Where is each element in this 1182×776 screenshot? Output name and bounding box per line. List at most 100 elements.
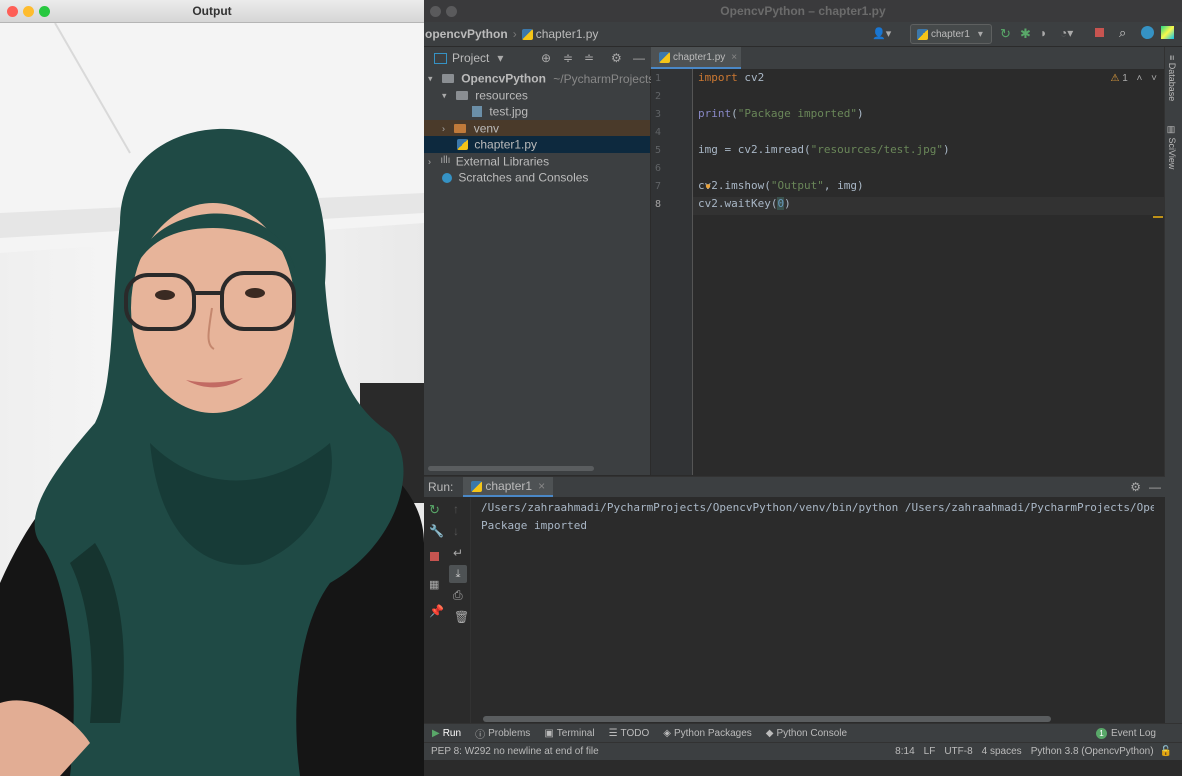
navigation-bar: opencvPython › chapter1.py 👤▾ chapter1 ▾…	[424, 22, 1182, 47]
code-text: cv2.waitKey(	[698, 197, 778, 210]
horizontal-scrollbar[interactable]	[483, 716, 1051, 722]
tool-tab-label: Python Packages	[673, 728, 752, 739]
minimize-window-button[interactable]	[23, 6, 34, 17]
tool-tab-terminal[interactable]: ▣ Terminal	[544, 728, 594, 739]
rerun-icon[interactable]: ↻	[1000, 26, 1011, 42]
tool-tab-run[interactable]: ▶ Run	[432, 728, 461, 739]
run-tab-label: chapter1	[485, 479, 533, 493]
tool-tab-python-packages[interactable]: ◈ Python Packages	[663, 728, 752, 739]
warning-marker[interactable]	[1153, 216, 1163, 218]
chevron-down-icon[interactable]: ▾	[497, 51, 503, 65]
update-icon[interactable]	[1141, 26, 1154, 39]
scroll-to-end-icon[interactable]: ⤓	[449, 565, 467, 583]
code-line-3: print("Package imported")	[698, 107, 864, 120]
console-output[interactable]: /Users/zahraahmadi/PycharmProjects/Openc…	[470, 498, 1154, 724]
profile-icon[interactable]: ◔▾	[1060, 26, 1073, 40]
trash-icon[interactable]: 🗑	[454, 610, 469, 624]
gear-icon[interactable]: ⚙	[611, 51, 622, 65]
run-panel-label: Run:	[428, 480, 454, 494]
python-file-icon	[917, 28, 928, 40]
python-console-icon: ◆	[765, 728, 774, 739]
tree-item-scratches[interactable]: Scratches and Consoles	[424, 169, 650, 186]
tree-item-test-jpg[interactable]: test.jpg	[424, 103, 650, 120]
user-icon[interactable]: 👤▾	[872, 27, 891, 40]
right-tool-bar: ≡ Database ▥ SciView	[1164, 47, 1182, 727]
code-editor[interactable]: 1 2 3 4 5 6 7 8 import cv2 print("Packag…	[651, 69, 1165, 475]
breadcrumb-separator-icon: ›	[512, 27, 517, 41]
expand-all-icon[interactable]: ≑	[563, 51, 573, 65]
arrow-down-icon[interactable]: ↓	[453, 524, 459, 538]
tree-item-external-libraries[interactable]: › ıllı External Libraries	[424, 153, 650, 170]
code-text: , img)	[823, 179, 864, 192]
scratches-icon	[442, 172, 452, 183]
tree-item-venv[interactable]: › venv	[424, 119, 650, 136]
ide-titlebar: OpencvPython – chapter1.py	[424, 0, 1182, 22]
caret-position[interactable]: 8:14	[895, 746, 914, 757]
tool-tab-label: Run	[442, 728, 462, 739]
tree-item-chapter1[interactable]: chapter1.py	[424, 136, 650, 153]
close-window-button[interactable]	[430, 6, 441, 17]
chevron-down-icon: ▾	[977, 28, 983, 40]
line-number: 7	[655, 181, 662, 192]
root-name: OpencvPython	[461, 71, 546, 86]
collapse-all-icon[interactable]: ≐	[584, 51, 594, 65]
gear-icon[interactable]: ⚙	[1130, 480, 1141, 494]
close-tab-icon[interactable]: ×	[731, 52, 737, 63]
lock-icon[interactable]: 🔓	[1160, 746, 1172, 757]
inspection-widget[interactable]: ⚠ 1 ˄ ˅	[1110, 73, 1157, 84]
pin-icon[interactable]: 📌	[429, 604, 444, 618]
search-icon[interactable]: ⌕	[1119, 25, 1126, 41]
stop-icon[interactable]	[1095, 28, 1104, 37]
zoom-window-button[interactable]	[39, 6, 50, 17]
indent-setting[interactable]: 4 spaces	[982, 746, 1022, 757]
tree-item-label: test.jpg	[489, 104, 529, 119]
breadcrumb-project[interactable]: opencvPython	[425, 27, 508, 41]
hide-icon[interactable]: —	[633, 51, 645, 65]
print-icon[interactable]: ⎙	[453, 588, 463, 603]
run-tab-chapter1[interactable]: chapter1 ×	[463, 477, 554, 497]
tree-item-resources[interactable]: ▾ resources	[424, 87, 650, 104]
tool-tab-python-console[interactable]: ◆ Python Console	[766, 728, 847, 739]
horizontal-scrollbar[interactable]	[428, 466, 594, 471]
stop-icon[interactable]	[430, 552, 439, 561]
event-log-button[interactable]: 1 Event Log	[1095, 728, 1156, 739]
close-tab-icon[interactable]: ×	[538, 479, 545, 493]
root-path: ~/PycharmProjects/O	[553, 71, 667, 86]
sciview-tool-button[interactable]: ▥ SciView	[1167, 125, 1177, 169]
tool-tab-label: TODO	[620, 728, 650, 739]
file-encoding[interactable]: UTF-8	[944, 746, 972, 757]
hide-icon[interactable]: —	[1149, 480, 1161, 494]
chevron-down-icon[interactable]: ˅	[1151, 73, 1157, 84]
chevron-up-icon[interactable]: ˄	[1137, 73, 1143, 84]
project-panel-title[interactable]: Project	[452, 51, 489, 65]
locate-icon[interactable]: ⊕	[541, 51, 551, 65]
arrow-up-icon[interactable]: ↑	[453, 502, 459, 516]
pycharm-window: OpencvPython – chapter1.py opencvPython …	[424, 0, 1182, 776]
line-separator[interactable]: LF	[924, 746, 936, 757]
soft-wrap-icon[interactable]: ↵	[453, 546, 463, 560]
wrench-icon[interactable]: 🔧	[429, 524, 444, 538]
sciview-icon: ▥	[1167, 125, 1177, 138]
sciview-label: SciView	[1167, 137, 1177, 170]
code-string: "Output"	[770, 179, 824, 192]
minimize-window-button[interactable]	[446, 6, 457, 17]
tool-tab-todo[interactable]: ☰ TODO	[609, 728, 650, 739]
database-tool-button[interactable]: ≡ Database	[1167, 55, 1177, 101]
intention-bulb-icon[interactable]: ●	[705, 181, 711, 192]
run-config-select[interactable]: chapter1 ▾	[910, 24, 992, 44]
close-window-button[interactable]	[7, 6, 18, 17]
code-text: )	[856, 107, 864, 120]
debug-icon[interactable]: ✱	[1020, 26, 1031, 42]
status-message[interactable]: PEP 8: W292 no newline at end of file	[431, 746, 599, 757]
tool-tab-problems[interactable]: ⓘ Problems	[475, 726, 530, 741]
tree-root[interactable]: ▾ OpencvPython ~/PycharmProjects/O	[424, 70, 667, 87]
python-interpreter[interactable]: Python 3.8 (OpencvPython)	[1031, 746, 1154, 757]
breadcrumb-file[interactable]: chapter1.py	[536, 27, 599, 41]
rerun-icon[interactable]: ↻	[429, 502, 440, 518]
editor-tab-chapter1[interactable]: chapter1.py ×	[651, 47, 741, 69]
layout-icon[interactable]: ▦	[429, 578, 439, 591]
python-file-icon	[471, 480, 483, 492]
line-number: 4	[655, 127, 662, 138]
code-builtin: print	[698, 107, 732, 120]
coverage-icon[interactable]: ◗	[1040, 26, 1047, 40]
